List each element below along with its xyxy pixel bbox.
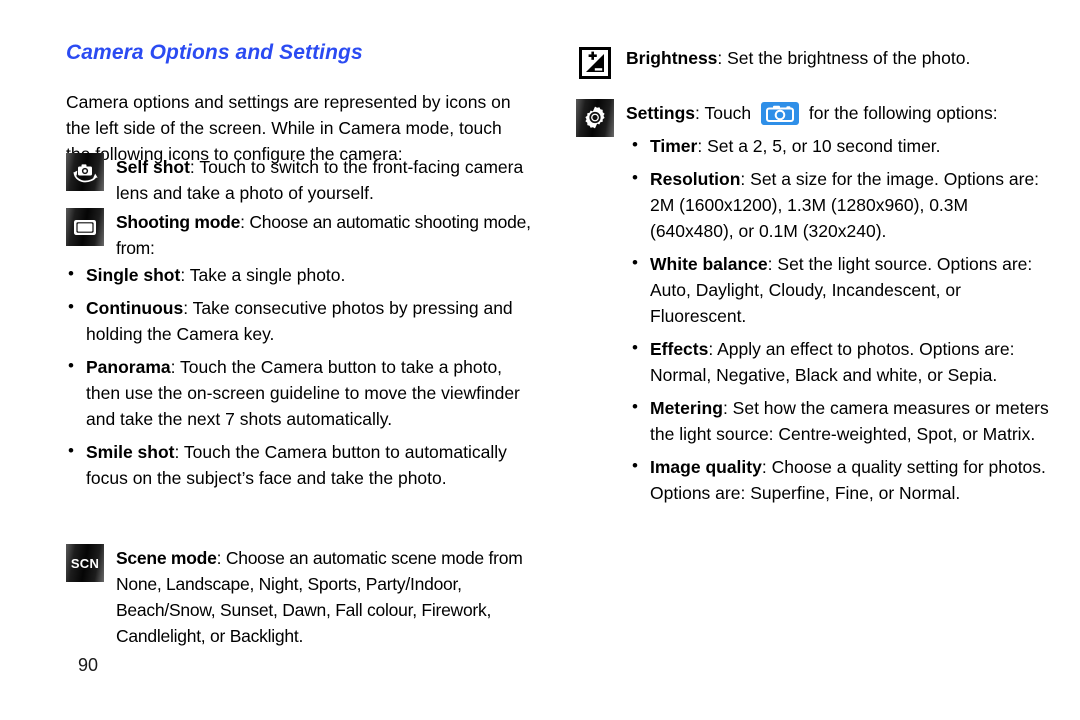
list-item: Resolution: Set a size for the image. Op… — [630, 165, 1050, 244]
entry-scene-mode-term: Scene mode — [116, 548, 217, 568]
settings-gear-icon — [576, 99, 614, 137]
entry-brightness-term: Brightness — [626, 48, 718, 68]
entry-settings: Settings: Touch for the following option… — [576, 99, 998, 137]
list-item: Effects: Apply an effect to photos. Opti… — [630, 335, 1050, 388]
entry-settings-text-before: : Touch — [695, 103, 752, 123]
bullet-desc: : Take a single photo. — [180, 265, 346, 285]
entry-self-shot: Self shot: Touch to switch to the front-… — [66, 153, 536, 206]
bullet-desc: : Set a 2, 5, or 10 second timer. — [697, 136, 941, 156]
page-number: 90 — [78, 655, 99, 675]
entry-self-shot-term: Self shot — [116, 157, 190, 177]
entry-scene-mode: SCN Scene mode: Choose an automatic scen… — [66, 544, 536, 649]
bullet-term: Smile shot — [86, 442, 175, 462]
shooting-mode-icon — [66, 208, 104, 246]
entry-brightness: Brightness: Set the brightness of the ph… — [576, 44, 970, 82]
bullet-term: Panorama — [86, 357, 171, 377]
bullet-term: Continuous — [86, 298, 184, 318]
scn-icon-label: SCN — [70, 555, 100, 571]
bullet-term: Metering — [650, 398, 723, 418]
entry-shooting-mode-text: Shooting mode: Choose an automatic shoot… — [116, 208, 536, 261]
list-item: Continuous: Take consecutive photos by p… — [66, 294, 536, 347]
entry-settings-term: Settings — [626, 103, 696, 123]
self-shot-camera-icon — [66, 153, 104, 191]
list-item: Timer: Set a 2, 5, or 10 second timer. — [630, 132, 1050, 159]
list-item: White balance: Set the light source. Opt… — [630, 250, 1050, 329]
entry-brightness-desc: : Set the brightness of the photo. — [717, 48, 971, 68]
entry-settings-text: Settings: Touch for the following option… — [626, 99, 998, 126]
bullet-term: Effects — [650, 339, 709, 359]
document-page: Camera Options and Settings Camera optio… — [0, 0, 1080, 720]
list-item: Smile shot: Touch the Camera button to a… — [66, 438, 536, 491]
blue-camera-icon[interactable] — [761, 102, 800, 125]
brightness-icon — [576, 44, 614, 82]
bullet-term: White balance — [650, 254, 768, 274]
entry-shooting-mode: Shooting mode: Choose an automatic shoot… — [66, 208, 536, 261]
page-title: Camera Options and Settings — [66, 41, 363, 64]
bullet-term: Image quality — [650, 457, 762, 477]
entry-settings-text-after: for the following options: — [808, 103, 998, 123]
list-item: Single shot: Take a single photo. — [66, 261, 536, 288]
entry-self-shot-text: Self shot: Touch to switch to the front-… — [116, 153, 536, 206]
list-item: Panorama: Touch the Camera button to tak… — [66, 353, 536, 432]
entry-shooting-mode-term: Shooting mode — [116, 212, 241, 232]
shooting-mode-bullet-list: Single shot: Take a single photo. Contin… — [66, 261, 536, 491]
bullet-term: Timer — [650, 136, 698, 156]
bullet-term: Resolution — [650, 169, 741, 189]
settings-bullet-list: Timer: Set a 2, 5, or 10 second timer. R… — [630, 132, 1050, 506]
scene-mode-scn-icon: SCN — [66, 544, 104, 582]
entry-brightness-text: Brightness: Set the brightness of the ph… — [626, 44, 970, 71]
bullet-term: Single shot — [86, 265, 181, 285]
list-item: Image quality: Choose a quality setting … — [630, 453, 1050, 506]
list-item: Metering: Set how the camera measures or… — [630, 394, 1050, 447]
entry-scene-mode-text: Scene mode: Choose an automatic scene mo… — [116, 544, 536, 649]
